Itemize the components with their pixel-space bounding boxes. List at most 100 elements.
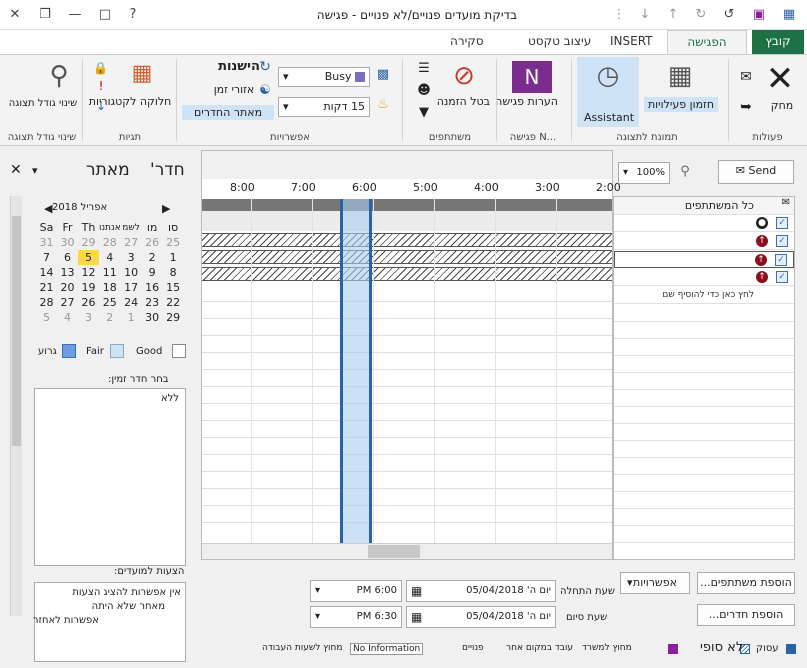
tab-format-text[interactable]: עיצוב טקסט [518, 30, 601, 54]
zoom-select[interactable]: ▾ 100% [618, 162, 670, 184]
next-month-icon[interactable]: ▶ [162, 202, 170, 215]
previous-icon[interactable]: ↑ [664, 6, 682, 24]
cancel-invitation-icon[interactable]: ⊘ [446, 61, 482, 91]
close-icon[interactable]: ✕ [6, 6, 24, 24]
tab-meeting[interactable]: הפגישה [667, 30, 747, 54]
day-cell[interactable]: 3 [78, 310, 99, 325]
day-cell[interactable]: 3 [121, 250, 142, 265]
attendee-checkbox[interactable]: ✓ [776, 271, 788, 283]
day-cell[interactable]: 17 [121, 280, 142, 295]
calendar-icon[interactable]: ▦ [411, 607, 422, 627]
ribbon-display-icon[interactable]: □ [96, 6, 114, 24]
attendee-empty-row[interactable] [614, 407, 794, 424]
end-time-field[interactable]: ▾ 6:30 PM [310, 606, 402, 628]
check-names-icon[interactable]: ☻ [414, 83, 434, 98]
tab-review[interactable]: סקירה [440, 30, 494, 54]
pane-menu-chevron-icon[interactable]: ▾ [32, 164, 38, 177]
restore-icon[interactable]: ❐ [36, 6, 54, 24]
delete-button[interactable]: מחק [764, 99, 800, 112]
add-attendees-button[interactable]: הוספת משתתפים... [697, 572, 795, 594]
attendee-empty-row[interactable] [614, 305, 794, 322]
delete-icon[interactable]: ✕ [760, 61, 800, 97]
attendee-empty-row[interactable] [614, 373, 794, 390]
cancel-invitation-button[interactable]: בטל הזמנה [437, 95, 490, 109]
attendee-list[interactable]: כל המשתתפים ✉ ● ✓ ↑ ✓ ↑ ✓ ↑ ✓ לחץ כאן כד… [613, 196, 795, 560]
day-cell[interactable]: 21 [36, 280, 57, 295]
attendee-empty-row[interactable] [614, 492, 794, 509]
attendee-checkbox[interactable]: ✓ [776, 217, 788, 229]
show-as-select[interactable]: ▾ Busy [278, 67, 370, 87]
categorize-button[interactable]: חלוקה לקטגוריות [86, 95, 174, 109]
send-button[interactable]: Send ✉ [718, 160, 794, 184]
attendee-empty-row[interactable] [614, 356, 794, 373]
attendee-empty-row[interactable] [614, 390, 794, 407]
tab-insert[interactable]: INSERT [600, 30, 663, 54]
zoom-magnifier-icon[interactable]: ⚲ [44, 61, 74, 91]
day-cell[interactable]: 2 [142, 250, 163, 265]
day-cell[interactable]: 27 [121, 235, 142, 250]
day-cell[interactable]: 1 [163, 250, 184, 265]
day-cell[interactable]: 29 [163, 310, 184, 325]
more-icon[interactable]: ⋮ [610, 6, 628, 24]
day-cell[interactable]: 29 [78, 235, 99, 250]
attendee-empty-row[interactable] [614, 509, 794, 526]
attendee-empty-row[interactable] [614, 458, 794, 475]
attendee-empty-row[interactable] [614, 526, 794, 543]
day-cell[interactable]: 22 [163, 295, 184, 310]
horizontal-scroll-thumb[interactable] [368, 545, 420, 558]
help-icon[interactable]: ? [124, 6, 142, 24]
attendee-checkbox[interactable]: ✓ [775, 254, 787, 266]
close-pane-icon[interactable]: ✕ [10, 162, 22, 178]
day-cell[interactable]: 19 [78, 280, 99, 295]
day-cell[interactable]: 8 [163, 265, 184, 280]
day-cell[interactable]: 25 [163, 235, 184, 250]
day-cell[interactable]: 4 [99, 250, 121, 265]
day-cell[interactable]: 16 [142, 280, 163, 295]
minimize-icon[interactable]: — [66, 6, 84, 24]
day-cell[interactable]: 1 [121, 310, 142, 325]
scrollbar-thumb[interactable] [12, 216, 21, 446]
day-cell[interactable]: 12 [78, 265, 99, 280]
day-cell[interactable]: 28 [36, 295, 57, 310]
day-cell[interactable]: 6 [57, 250, 78, 265]
attendee-row[interactable]: ● ✓ [614, 215, 794, 232]
attendee-row[interactable]: ↑ ✓ [614, 269, 794, 286]
undo-icon[interactable]: ↺ [720, 6, 738, 24]
day-cell[interactable]: 26 [78, 295, 99, 310]
room-list[interactable]: ללא [34, 388, 186, 566]
high-importance-icon[interactable]: ! [94, 79, 108, 93]
day-cell[interactable]: 25 [99, 295, 121, 310]
address-book-icon[interactable]: ☰ [414, 61, 434, 76]
save-icon[interactable]: ▣ [750, 6, 768, 24]
day-cell[interactable]: 11 [99, 265, 121, 280]
attendee-checkbox[interactable]: ✓ [776, 235, 788, 247]
add-attendee-row[interactable]: לחץ כאן כדי להוסיף שם [614, 287, 794, 304]
room-finder-button[interactable]: מאתר החדרים [182, 105, 274, 120]
start-time-field[interactable]: ▾ 6:00 PM [310, 580, 402, 602]
meeting-notes-button[interactable]: הערות פגישה [495, 95, 558, 109]
reminder-select[interactable]: ▾ 15 דקות [278, 97, 370, 117]
scheduling-button[interactable]: חזמון פעילויות [644, 97, 718, 112]
start-date-field[interactable]: ▦ יום ה' 05/04/2018 [406, 580, 556, 602]
day-cell[interactable]: 31 [36, 235, 57, 250]
attendee-empty-row[interactable] [614, 441, 794, 458]
day-cell[interactable]: 23 [142, 295, 163, 310]
day-cell[interactable]: 4 [57, 310, 78, 325]
horizontal-scrollbar[interactable] [202, 543, 612, 559]
calendar-icon[interactable]: ▦ [411, 581, 422, 601]
day-cell[interactable]: 2 [99, 310, 121, 325]
day-cell[interactable]: 7 [36, 250, 57, 265]
day-cell[interactable]: 27 [57, 295, 78, 310]
day-cell[interactable]: 26 [142, 235, 163, 250]
forward-icon[interactable]: ➥ [736, 99, 756, 115]
attendee-row-selected[interactable]: ↑ ✓ [614, 251, 794, 268]
day-cell[interactable]: 10 [121, 265, 142, 280]
day-cell[interactable]: 30 [142, 310, 163, 325]
attendee-empty-row[interactable] [614, 339, 794, 356]
day-cell[interactable]: 13 [57, 265, 78, 280]
private-icon[interactable]: 🔒 [93, 61, 108, 75]
day-cell[interactable]: 30 [57, 235, 78, 250]
suggested-times-list[interactable]: אין אפשרות להציג הצעות מאחר שלא היתה אפש… [33, 582, 186, 662]
search-icon[interactable]: ⚲ [676, 164, 694, 182]
day-cell[interactable]: 18 [99, 280, 121, 295]
